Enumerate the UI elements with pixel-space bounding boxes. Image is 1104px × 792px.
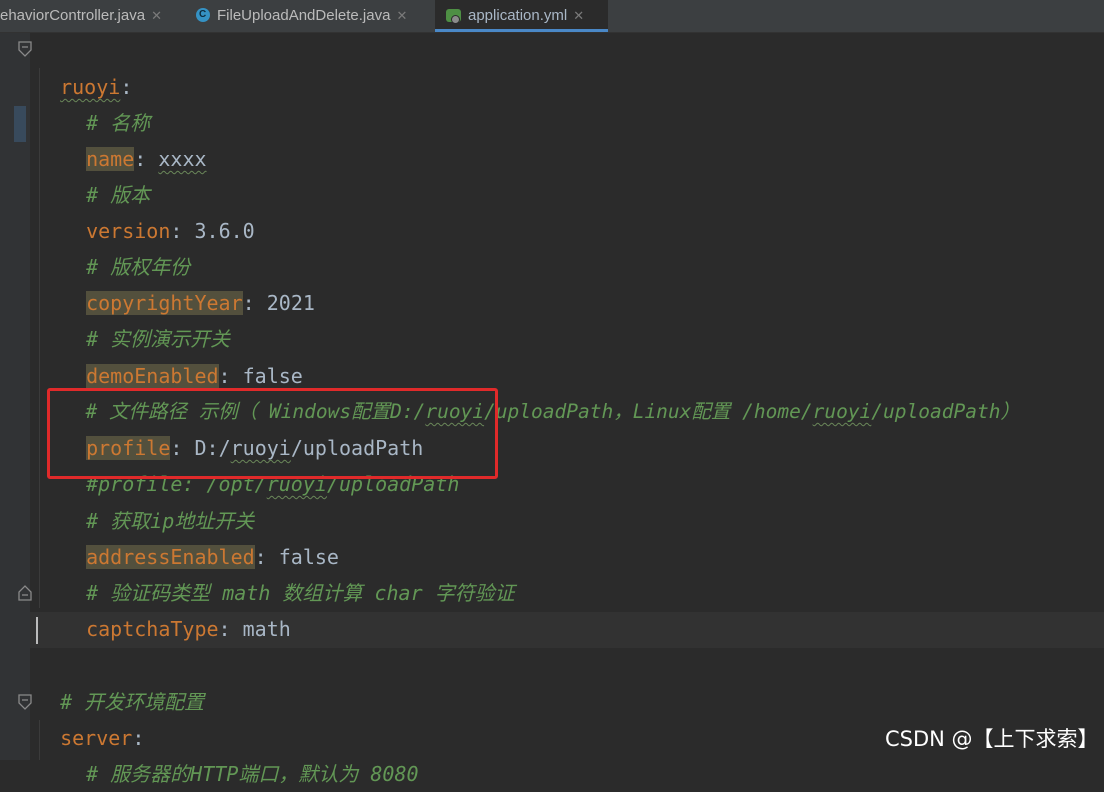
tab-label: ehaviorController.java [0, 7, 146, 24]
indent-guide [39, 68, 40, 608]
yaml-value: xxxx [158, 147, 207, 171]
code-line[interactable]: # 名称 [62, 69, 150, 135]
code-line[interactable]: copyrightYear: 2021 [62, 249, 315, 315]
yaml-value: math [242, 617, 291, 641]
tab-behavior-controller[interactable]: ehaviorController.java ✕ [0, 0, 184, 32]
java-class-icon [196, 0, 210, 31]
code-line[interactable]: demoEnabled: false [62, 322, 303, 388]
code-line[interactable]: # 开发环境配置 [36, 648, 204, 714]
code-line[interactable]: addressEnabled: false [62, 503, 339, 569]
editor-tab-bar: ehaviorController.java ✕ FileUploadAndDel… [0, 0, 1104, 33]
code-line[interactable]: ruoyi: [36, 33, 132, 99]
code-line[interactable]: captchaType: math [62, 575, 291, 641]
code-line[interactable]: # 版本 [62, 141, 150, 207]
tab-label: application.yml [468, 7, 568, 24]
yaml-comment: /uploadPath） [871, 400, 1020, 423]
code-line[interactable]: # 服务器的HTTP端口，默认为 8080 [62, 720, 418, 786]
annotation-highlight-box [47, 388, 498, 479]
gutter-change-marker [14, 106, 26, 142]
code-line[interactable]: name: xxxx [62, 105, 207, 171]
fold-end-icon[interactable] [18, 583, 32, 601]
tab-application-yml[interactable]: application.yml ✕ [435, 0, 608, 32]
yaml-value: 3.6.0 [194, 219, 255, 243]
code-line[interactable]: # 验证码类型 math 数组计算 char 字符验证 [62, 539, 515, 605]
watermark: CSDN @【上下求索】 [885, 727, 1099, 751]
tab-file-upload-and-delete[interactable]: FileUploadAndDelete.java ✕ [185, 0, 434, 32]
yaml-separator: : [218, 617, 243, 641]
fold-collapse-icon[interactable] [18, 694, 32, 712]
yaml-separator: : [242, 291, 267, 315]
yaml-comment: /uploadPath，Linux配置 /home/ [484, 400, 813, 423]
yaml-value: 2021 [266, 291, 315, 315]
code-line[interactable]: server: [36, 684, 144, 750]
code-line[interactable]: # 版权年份 [62, 213, 190, 279]
close-icon[interactable]: ✕ [396, 8, 407, 23]
yaml-key: captchaType [86, 617, 219, 641]
close-icon[interactable]: ✕ [151, 8, 162, 23]
yaml-file-icon [446, 9, 461, 24]
yaml-comment: # 服务器的HTTP端口，默认为 8080 [86, 762, 419, 786]
fold-collapse-icon[interactable] [18, 41, 32, 59]
code-line[interactable]: # 实例演示开关 [62, 285, 230, 351]
close-icon[interactable]: ✕ [573, 8, 584, 23]
editor-gutter [0, 33, 30, 760]
tab-label: FileUploadAndDelete.java [217, 7, 391, 24]
code-line[interactable] [36, 612, 60, 648]
yaml-comment: ruoyi [812, 400, 872, 423]
code-line[interactable]: version: 3.6.0 [62, 177, 255, 243]
